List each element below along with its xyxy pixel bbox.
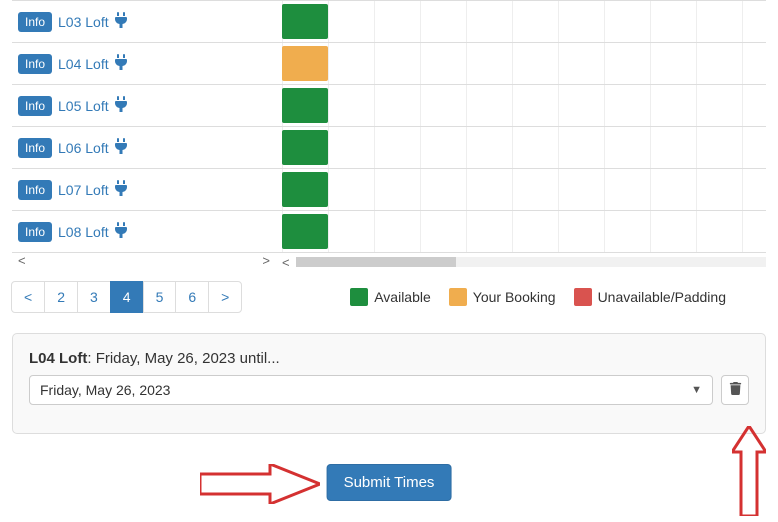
submit-area: Submit Times xyxy=(0,452,778,522)
legend-label-unavailable: Unavailable/Padding xyxy=(598,289,726,305)
legend-label-your-booking: Your Booking xyxy=(473,289,556,305)
grid-row xyxy=(276,127,766,169)
legend-your-booking: Your Booking xyxy=(449,288,556,306)
room-link[interactable]: L08 Loft xyxy=(58,222,129,241)
page-4[interactable]: 4 xyxy=(110,281,144,313)
room-name: L07 Loft xyxy=(58,182,109,198)
info-button[interactable]: Info xyxy=(18,180,52,200)
room-name: L03 Loft xyxy=(58,14,109,30)
selection-date-label: Friday, May 26, 2023 until... xyxy=(96,350,280,367)
info-button[interactable]: Info xyxy=(18,54,52,74)
plug-icon xyxy=(113,180,129,199)
room-row: Info L05 Loft xyxy=(12,85,276,127)
annotation-arrow-right xyxy=(200,464,320,504)
room-row: Info L07 Loft xyxy=(12,169,276,211)
room-link[interactable]: L05 Loft xyxy=(58,96,129,115)
page-6[interactable]: 6 xyxy=(175,281,209,313)
info-button[interactable]: Info xyxy=(18,12,52,32)
room-link[interactable]: L06 Loft xyxy=(58,138,129,157)
room-row: Info L03 Loft xyxy=(12,1,276,43)
timeslot-column xyxy=(276,1,766,253)
timeslot[interactable] xyxy=(282,88,328,123)
selection-title: L04 Loft: Friday, May 26, 2023 until... xyxy=(29,350,749,367)
booking-grid: InfoL03 LoftInfoL04 LoftInfoL05 LoftInfo… xyxy=(12,0,766,253)
scroll-bar: < > < xyxy=(12,253,766,271)
room-name: L08 Loft xyxy=(58,224,109,240)
timeslot[interactable] xyxy=(282,130,328,165)
grid-row xyxy=(276,1,766,43)
legend-unavailable: Unavailable/Padding xyxy=(574,288,726,306)
room-name: L06 Loft xyxy=(58,140,109,156)
room-row: Info L08 Loft xyxy=(12,211,276,253)
room-link[interactable]: L04 Loft xyxy=(58,54,129,73)
grid-scrollbar[interactable] xyxy=(296,257,766,267)
grid-row xyxy=(276,43,766,85)
info-button[interactable]: Info xyxy=(18,222,52,242)
room-row: Info L06 Loft xyxy=(12,127,276,169)
end-time-value: Friday, May 26, 2023 xyxy=(40,382,170,398)
grid-scrollbar-thumb[interactable] xyxy=(296,257,456,267)
plug-icon xyxy=(113,96,129,115)
selection-room-name: L04 Loft xyxy=(29,350,87,367)
plug-icon xyxy=(113,12,129,31)
trash-icon xyxy=(729,382,742,398)
room-link[interactable]: L03 Loft xyxy=(58,12,129,31)
submit-times-button[interactable]: Submit Times xyxy=(327,464,452,501)
info-button[interactable]: Info xyxy=(18,138,52,158)
grid-scroll-left[interactable]: < xyxy=(282,255,290,270)
room-row: Info L04 Loft xyxy=(12,43,276,85)
grid-row xyxy=(276,169,766,211)
legend-label-available: Available xyxy=(374,289,431,305)
legend-available: Available xyxy=(350,288,431,306)
page-2[interactable]: 2 xyxy=(44,281,78,313)
page-prev[interactable]: < xyxy=(11,281,45,313)
grid-row xyxy=(276,85,766,127)
room-scroll-right[interactable]: > xyxy=(262,253,270,271)
timeslot[interactable] xyxy=(282,214,328,249)
legend-swatch-available xyxy=(350,288,368,306)
legend-swatch-your-booking xyxy=(449,288,467,306)
room-link[interactable]: L07 Loft xyxy=(58,180,129,199)
delete-selection-button[interactable] xyxy=(721,375,749,405)
page-3[interactable]: 3 xyxy=(77,281,111,313)
timeslot[interactable] xyxy=(282,4,328,39)
page-5[interactable]: 5 xyxy=(143,281,177,313)
page-next[interactable]: > xyxy=(208,281,242,313)
plug-icon xyxy=(113,54,129,73)
timeslot[interactable] xyxy=(282,172,328,207)
plug-icon xyxy=(113,222,129,241)
legend-swatch-unavailable xyxy=(574,288,592,306)
room-scroll-left[interactable]: < xyxy=(18,253,26,271)
room-name: L04 Loft xyxy=(58,56,109,72)
room-column: InfoL03 LoftInfoL04 LoftInfoL05 LoftInfo… xyxy=(12,1,276,253)
plug-icon xyxy=(113,138,129,157)
info-button[interactable]: Info xyxy=(18,96,52,116)
selection-panel: L04 Loft: Friday, May 26, 2023 until... … xyxy=(12,333,766,434)
grid-row xyxy=(276,211,766,253)
end-time-select[interactable]: Friday, May 26, 2023 ▼ xyxy=(29,375,713,405)
pagination: <23456> xyxy=(12,281,242,313)
annotation-arrow-up xyxy=(732,426,766,516)
chevron-down-icon: ▼ xyxy=(691,384,702,396)
room-name: L05 Loft xyxy=(58,98,109,114)
timeslot[interactable] xyxy=(282,46,328,81)
legend: Available Your Booking Unavailable/Paddi… xyxy=(350,288,726,306)
